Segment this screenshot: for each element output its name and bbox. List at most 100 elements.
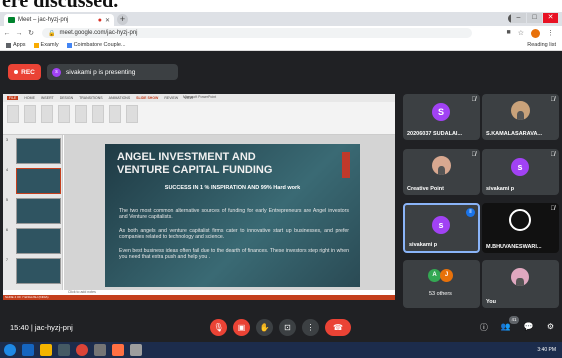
maximize-button[interactable]: □ (527, 13, 542, 23)
rec-label: REC (21, 68, 35, 76)
participant-tile[interactable]: 🎙̸ M.BHUVANESWARI... (482, 203, 559, 253)
window-controls: – □ ✕ (511, 13, 558, 23)
address-bar-row: ← → ↻ 🔒 meet.google.com/jac-hyzj-pnj ■ ☆… (0, 26, 562, 40)
profile-avatar-icon[interactable] (531, 28, 540, 38)
slide-accent-bar (342, 152, 350, 178)
bookmark-coimbatore[interactable]: Coimbatore Couple... (66, 42, 126, 48)
ribbon-tool (58, 105, 70, 123)
chat-icon[interactable]: 💬 (524, 322, 534, 333)
participant-tile[interactable]: 🎙̸ S.KAMALASARAVA... (482, 94, 559, 140)
start-icon[interactable] (4, 344, 16, 356)
recording-dot-icon: ● (97, 16, 102, 24)
tab-meet[interactable]: Meet – jac-hyzj-pnj ● ✕ (4, 14, 114, 26)
minimize-button[interactable]: – (511, 13, 526, 23)
slide-thumbnail[interactable] (16, 138, 61, 164)
menu-dots-icon[interactable]: ⋮ (547, 29, 554, 38)
more-options-button[interactable]: ⋮ (302, 319, 319, 336)
bookmark-examly[interactable]: Examly (33, 42, 59, 48)
mic-muted-icon: 🎙̸ (471, 152, 477, 158)
presenting-text: sivakami p is presenting (66, 68, 136, 76)
ie-icon[interactable] (22, 344, 34, 356)
ribbon-tab-transitions[interactable]: TRANSITIONS (79, 96, 103, 100)
participant-tile-speaking[interactable]: s ⦀ sivakami p (403, 203, 480, 253)
ribbon-tool (75, 105, 87, 123)
speaking-indicator-icon: ⦀ (466, 208, 475, 217)
participant-photo (511, 101, 530, 120)
bookmark-apps[interactable]: Apps (6, 42, 26, 48)
participant-name: M.BHUVANESWARI... (486, 244, 542, 250)
participant-avatar: s (432, 216, 450, 234)
slide-paragraph: As both angels and venture capitalist fi… (119, 228, 349, 241)
mic-toggle-button[interactable]: 🎙 (210, 319, 227, 336)
participant-name: You (486, 299, 496, 305)
site-icon (66, 42, 72, 48)
ribbon-tab-design[interactable]: DESIGN (60, 96, 73, 100)
page-header-fragment: ere discussed. (0, 0, 562, 12)
participant-name: Creative Point (407, 186, 444, 192)
presenter-avatar: s (52, 67, 61, 77)
present-button[interactable]: ⊡ (279, 319, 296, 336)
bookmarks-bar: Apps Examly Coimbatore Couple... Reading… (0, 40, 562, 51)
participant-photo (432, 156, 451, 175)
system-tray-clock: 3:40 PM (537, 347, 556, 353)
firefox-icon[interactable] (112, 344, 124, 356)
ribbon-tool (24, 105, 36, 123)
participant-name: S.KAMALASARAVA... (486, 131, 543, 137)
camera-toggle-button[interactable]: ▣ (233, 319, 250, 336)
star-icon[interactable]: ☆ (518, 29, 524, 38)
reading-list-link[interactable]: Reading list (527, 42, 556, 48)
app-icon[interactable] (130, 344, 142, 356)
ribbon-tab-insert[interactable]: INSERT (41, 96, 54, 100)
slide-title: ANGEL INVESTMENT AND VENTURE CAPITAL FUND… (117, 151, 339, 177)
slide-thumbnail[interactable] (16, 228, 61, 254)
folder-icon[interactable] (40, 344, 52, 356)
media-icon[interactable] (58, 344, 70, 356)
participant-tile[interactable]: s 🎙̸ sivakami p (482, 149, 559, 195)
app-icon[interactable] (94, 344, 106, 356)
end-call-button[interactable]: ☎ (325, 319, 351, 336)
participant-avatar: S (432, 103, 450, 121)
url-text: meet.google.com/jac-hyzj-pnj (59, 30, 138, 36)
camera-indicator-icon[interactable]: ■ (506, 29, 510, 38)
others-tile[interactable]: A J 53 others (403, 260, 480, 308)
slide-thumbnails: 3 4 5 6 7 (3, 135, 63, 290)
slide-paragraph: Even best business ideas often fail due … (119, 248, 349, 261)
mic-muted-icon: 🎙̸ (471, 97, 477, 103)
people-icon[interactable]: 👥 (501, 322, 511, 333)
bookmark-label: Coimbatore Couple... (73, 42, 126, 48)
ribbon-tool (126, 105, 138, 123)
raise-hand-button[interactable]: ✋ (256, 319, 273, 336)
ribbon-tab-home[interactable]: HOME (24, 96, 35, 100)
participant-tile[interactable]: S 🎙̸ 20206037 SUDALAI... (403, 94, 480, 140)
chrome-icon[interactable] (76, 344, 88, 356)
participant-name: 20206037 SUDALAI... (407, 131, 463, 137)
close-window-button[interactable]: ✕ (543, 13, 558, 23)
ribbon-tool (109, 105, 121, 123)
mic-muted-icon: 🎙̸ (550, 97, 556, 103)
ribbon-tab-file[interactable]: FILE (7, 96, 19, 100)
header-text: ere discussed. (2, 0, 119, 12)
mic-muted-icon: 🎙̸ (550, 206, 556, 212)
slide-subtitle: SUCCESS IN 1 % INSPIRATION AND 99% Hard … (164, 185, 301, 191)
new-tab-button[interactable]: + (117, 14, 128, 25)
close-tab-icon[interactable]: ✕ (105, 17, 110, 24)
ribbon-tab-review[interactable]: REVIEW (164, 96, 178, 100)
participant-tile[interactable]: 🎙̸ Creative Point (403, 149, 480, 195)
slide-thumbnail-selected[interactable] (16, 168, 61, 194)
ribbon-tab-animations[interactable]: ANIMATIONS (109, 96, 131, 100)
meet-top-bar: REC s sivakami p is presenting (0, 51, 562, 95)
slide-thumbnail[interactable] (16, 198, 61, 224)
participant-photo (511, 268, 529, 286)
url-field[interactable]: 🔒 meet.google.com/jac-hyzj-pnj (42, 28, 472, 38)
ribbon-tab-slide-show[interactable]: SLIDE SHOW (136, 96, 158, 100)
forward-arrow-icon[interactable]: → (14, 30, 24, 37)
recording-badge: REC (8, 64, 41, 80)
slide-paragraph: The two most common alternative sources … (119, 208, 349, 221)
activities-icon[interactable]: ⚙ (547, 322, 554, 333)
info-icon[interactable]: ⓘ (480, 322, 488, 333)
ribbon-tools (3, 102, 395, 126)
reload-icon[interactable]: ↻ (26, 29, 36, 37)
self-tile[interactable]: You (482, 260, 559, 308)
back-arrow-icon[interactable]: ← (2, 30, 12, 37)
slide-thumbnail[interactable] (16, 258, 61, 284)
